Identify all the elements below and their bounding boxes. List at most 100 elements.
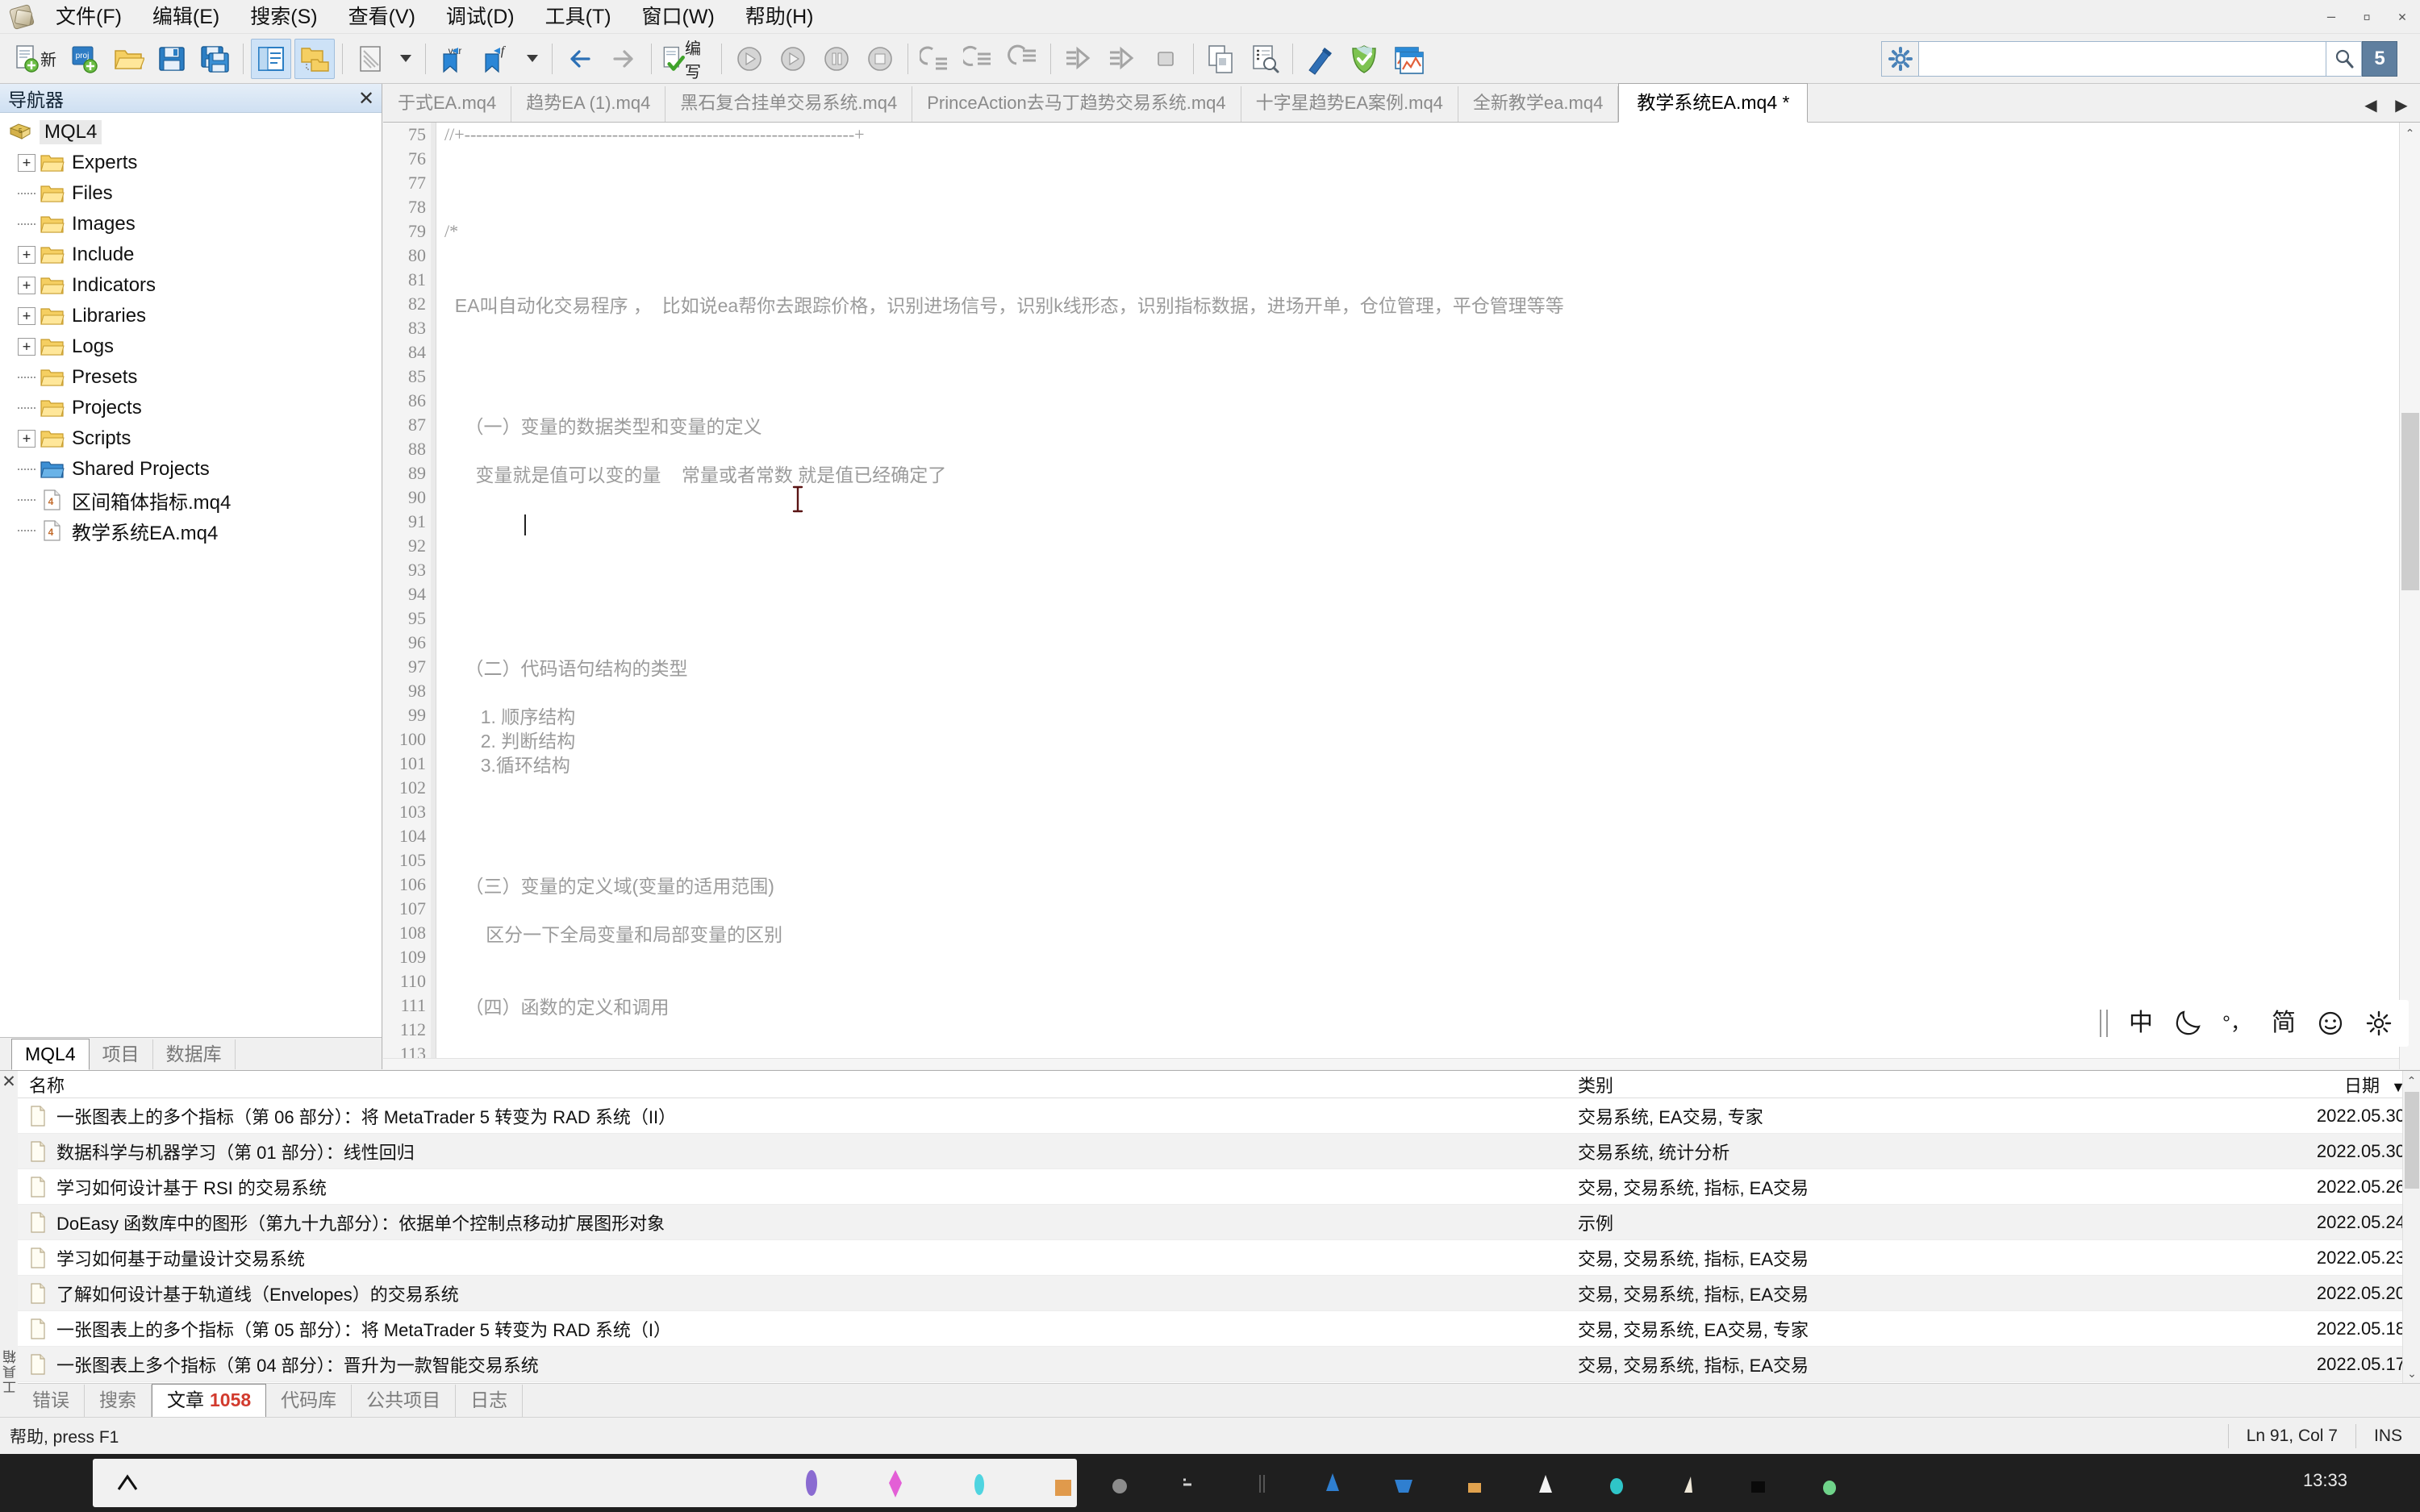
- tree-expander[interactable]: +: [18, 338, 35, 356]
- column-header-category[interactable]: 类别: [1567, 1072, 2260, 1098]
- code-editor[interactable]: 75//+-----------------------------------…: [383, 123, 2420, 1069]
- taskbar-active-app-group[interactable]: [93, 1459, 1077, 1507]
- tree-expander[interactable]: +: [18, 277, 35, 294]
- scroll-thumb[interactable]: [2401, 413, 2419, 590]
- editor-tab-1[interactable]: 趋势EA (1).mq4: [511, 86, 666, 122]
- insert-function-button[interactable]: f: [477, 39, 517, 79]
- taskbar-app-icon-4[interactable]: [1049, 1468, 1077, 1497]
- menu-edit[interactable]: 编辑(E): [140, 2, 232, 32]
- toolbox-tab-errors[interactable]: 错误: [18, 1385, 85, 1417]
- tree-expander[interactable]: +: [18, 307, 35, 325]
- search-magnifier-icon[interactable]: [2326, 41, 2362, 77]
- editor-tab-6[interactable]: 教学系统EA.mq4 *: [1618, 83, 1808, 123]
- editor-tab-2[interactable]: 黑石复合挂单交易系统.mq4: [666, 86, 912, 122]
- search-input[interactable]: [1918, 41, 2326, 77]
- metaquotes-shield-button[interactable]: [1344, 39, 1384, 79]
- articles-scrollbar[interactable]: ⌃ ⌄: [2402, 1071, 2420, 1383]
- taskbar-icon-green-app[interactable]: [1816, 1468, 1843, 1497]
- open-chart-button[interactable]: [1387, 39, 1428, 79]
- ime-chinese-mode[interactable]: 中: [2121, 1005, 2161, 1042]
- taskbar-icon-browser[interactable]: [1390, 1468, 1417, 1497]
- menu-window[interactable]: 窗口(W): [629, 2, 728, 32]
- article-row[interactable]: 一张图表上的多个指标（第 06 部分）：将 MetaTrader 5 转变为 R…: [18, 1098, 2420, 1134]
- tree-item-ea-mq4[interactable]: 4教学系统EA.mq4: [0, 515, 382, 546]
- open-file-button[interactable]: [108, 39, 148, 79]
- editor-horizontal-scrollbar[interactable]: [383, 1058, 2399, 1069]
- ime-emoji-icon[interactable]: [2309, 1005, 2352, 1042]
- toolbox-tab-codebase[interactable]: 代码库: [266, 1385, 352, 1417]
- tree-item-libraries[interactable]: +Libraries: [0, 301, 382, 331]
- article-row[interactable]: 了解如何设计基于轨道线（Envelopes）的交易系统交易, 交易系统, 指标,…: [18, 1276, 2420, 1311]
- ime-drag-handle[interactable]: [2100, 1010, 2108, 1037]
- articles-scroll-up-icon[interactable]: ⌃: [2403, 1071, 2420, 1090]
- taskbar-app-icon-2[interactable]: [882, 1468, 909, 1497]
- maximize-button[interactable]: ▫: [2349, 0, 2385, 34]
- tree-item-images[interactable]: Images: [0, 209, 382, 240]
- column-header-date[interactable]: 日期 ▼: [2260, 1072, 2414, 1098]
- tab-scroll-right-icon[interactable]: ▶: [2388, 91, 2415, 119]
- tree-item-logs[interactable]: +Logs: [0, 331, 382, 362]
- search-settings-gear-icon[interactable]: [1881, 41, 1918, 77]
- tree-expander[interactable]: +: [18, 154, 35, 172]
- tree-item-indicators[interactable]: +Indicators: [0, 270, 382, 301]
- nav-tab-mql4[interactable]: MQL4: [11, 1039, 90, 1070]
- ime-punctuation-mode[interactable]: °，: [2214, 1005, 2259, 1042]
- column-header-name[interactable]: 名称: [18, 1072, 1567, 1098]
- menu-file[interactable]: 文件(F): [43, 2, 135, 32]
- tree-item-shared-projects[interactable]: Shared Projects: [0, 454, 382, 485]
- new-project-button[interactable]: proj: [65, 39, 105, 79]
- ime-moon-icon[interactable]: [2166, 1005, 2209, 1042]
- nav-tab-projects[interactable]: 项目: [90, 1039, 153, 1069]
- toolbox-tab-journal[interactable]: 日志: [456, 1385, 523, 1417]
- menu-search[interactable]: 搜索(S): [237, 2, 330, 32]
- article-row[interactable]: 数据科学与机器学习（第 01 部分）：线性回归交易系统, 统计分析2022.05…: [18, 1134, 2420, 1169]
- articles-scroll-thumb[interactable]: [2405, 1092, 2419, 1189]
- tree-item-files[interactable]: Files: [0, 178, 382, 209]
- toolbox-tab-search[interactable]: 搜索: [85, 1385, 152, 1417]
- taskbar-icon-white-app[interactable]: [1532, 1468, 1559, 1497]
- editor-tab-0[interactable]: 于式EA.mq4: [383, 86, 511, 122]
- taskbar-icon-terminal[interactable]: [1177, 1468, 1204, 1497]
- toggle-navigator-button[interactable]: [251, 39, 291, 79]
- article-row[interactable]: DoEasy 函数库中的图形（第九十九部分）：依据单个控制点移动扩展图形对象示例…: [18, 1205, 2420, 1240]
- styler-button[interactable]: [350, 39, 390, 79]
- toolbox-close-icon[interactable]: ✕: [0, 1071, 18, 1092]
- navigator-close-icon[interactable]: ✕: [351, 87, 382, 110]
- taskbar-app-icon-3[interactable]: [966, 1468, 993, 1497]
- editor-tab-5[interactable]: 全新教学ea.mq4: [1458, 86, 1618, 122]
- toggle-toolbox-button[interactable]: [294, 39, 335, 79]
- tree-item-presets[interactable]: Presets: [0, 362, 382, 393]
- article-row[interactable]: 学习如何设计基于 RSI 的交易系统交易, 交易系统, 指标, EA交易2022…: [18, 1169, 2420, 1205]
- article-row[interactable]: 学习如何基于动量设计交易系统交易, 交易系统, 指标, EA交易2022.05.…: [18, 1240, 2420, 1276]
- articles-scroll-down-icon[interactable]: ⌄: [2403, 1364, 2420, 1383]
- editor-tab-4[interactable]: 十字星趋势EA案例.mq4: [1241, 86, 1458, 122]
- close-button[interactable]: ✕: [2385, 0, 2420, 34]
- minimize-button[interactable]: –: [2314, 0, 2349, 34]
- mql5-badge[interactable]: 5: [2362, 41, 2397, 77]
- editor-tab-3[interactable]: PrinceAction去马丁趋势交易系统.mq4: [912, 86, 1241, 122]
- toolbox-tab-public-projects[interactable]: 公共项目: [352, 1385, 456, 1417]
- function-dropdown-button[interactable]: [520, 39, 544, 79]
- navigate-back-button[interactable]: [560, 39, 600, 79]
- article-row[interactable]: 一张图表上的多个指标（第 05 部分）：将 MetaTrader 5 转变为 R…: [18, 1311, 2420, 1347]
- tab-scroll-left-icon[interactable]: ◀: [2357, 91, 2385, 119]
- editor-vertical-scrollbar[interactable]: ⌃: [2399, 123, 2420, 1069]
- insert-variable-button[interactable]: var: [433, 39, 474, 79]
- save-all-button[interactable]: [195, 39, 236, 79]
- tree-expander[interactable]: +: [18, 246, 35, 264]
- taskbar-icon-grey-app[interactable]: [1674, 1468, 1701, 1497]
- styler-dropdown-button[interactable]: [394, 39, 418, 79]
- taskbar-icon-edge[interactable]: [1319, 1468, 1346, 1497]
- taskbar-app-icon-1[interactable]: [798, 1468, 825, 1497]
- tree-item-include[interactable]: +Include: [0, 240, 382, 270]
- nav-tab-database[interactable]: 数据库: [153, 1039, 236, 1069]
- toolbox-tab-articles[interactable]: 文章1058: [152, 1384, 266, 1418]
- tree-item-scripts[interactable]: +Scripts: [0, 423, 382, 454]
- save-button[interactable]: [152, 39, 192, 79]
- menu-view[interactable]: 查看(V): [336, 2, 428, 32]
- tree-item-mq4[interactable]: 4区间箱体指标.mq4: [0, 485, 382, 515]
- copy-files-button[interactable]: [1201, 39, 1241, 79]
- metaquotes-comb-button[interactable]: [1300, 39, 1341, 79]
- tree-expander[interactable]: +: [18, 430, 35, 448]
- new-file-button[interactable]: 新: [6, 39, 61, 79]
